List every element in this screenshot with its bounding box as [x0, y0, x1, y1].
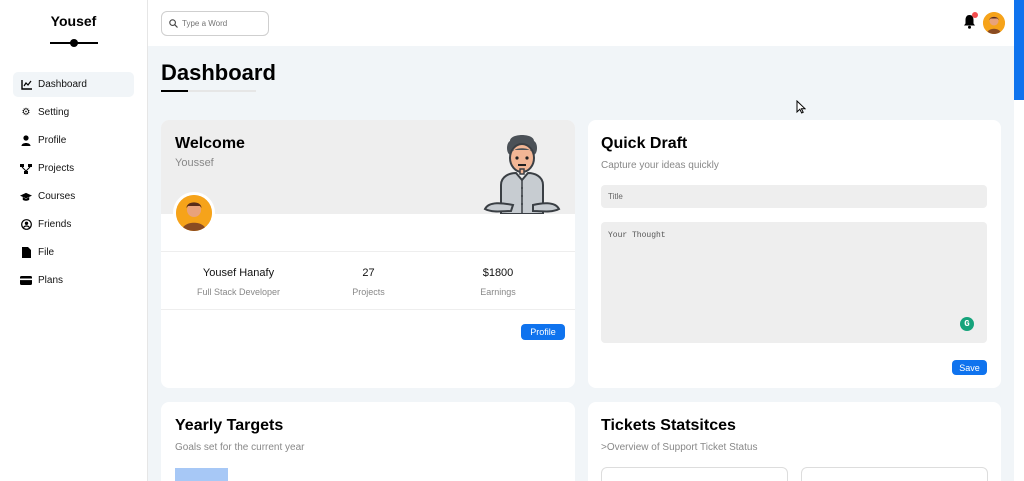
title-underline — [161, 90, 256, 92]
stat-value: 27 — [362, 267, 375, 279]
diagram-icon — [20, 163, 32, 175]
ticket-stat-box — [801, 467, 988, 481]
search-box[interactable] — [161, 11, 269, 36]
sidebar-item-label: Plans — [38, 275, 64, 286]
notification-bell-icon[interactable] — [963, 12, 978, 30]
grammarly-icon[interactable]: G — [960, 317, 974, 331]
sidebar-item-setting[interactable]: ⚙ Setting — [13, 100, 134, 125]
sidebar-item-label: Courses — [38, 191, 76, 202]
welcome-card: Welcome Youssef Yousef Hanafy Full Stack… — [161, 120, 575, 388]
ticket-stat-box — [601, 467, 788, 481]
yearly-targets-card: Yearly Targets Goals set for the current… — [161, 402, 575, 481]
sidebar-nav: Dashboard ⚙ Setting Profile Projects Cou… — [0, 72, 147, 293]
sidebar-item-label: File — [38, 247, 55, 258]
yearly-targets-title: Yearly Targets — [175, 417, 284, 434]
welcome-title: Welcome — [175, 135, 245, 152]
search-icon — [169, 15, 178, 33]
notification-dot — [972, 12, 978, 18]
draft-body-textarea[interactable]: Your Thought G — [601, 222, 987, 343]
brand-mark — [49, 39, 98, 47]
profile-button[interactable]: Profile — [521, 324, 565, 340]
yearly-targets-subtitle: Goals set for the current year — [175, 442, 305, 453]
draft-title-input[interactable]: Title — [601, 185, 987, 208]
sidebar-item-label: Dashboard — [38, 79, 87, 90]
target-icon-block — [175, 468, 228, 481]
save-button[interactable]: Save — [952, 360, 987, 375]
credit-card-icon — [20, 275, 32, 287]
sidebar-item-plans[interactable]: Plans — [13, 268, 134, 293]
avatar[interactable] — [173, 192, 215, 234]
sidebar-item-label: Setting — [38, 107, 70, 118]
stat-value: Yousef Hanafy — [202, 267, 275, 279]
tickets-card: Tickets Statsitces >Overview of Support … — [588, 402, 1001, 481]
search-input[interactable] — [182, 19, 262, 28]
chart-icon — [20, 79, 32, 91]
brand-name: Yousef — [50, 13, 97, 29]
file-icon — [20, 247, 32, 259]
stat-name: Yousef Hanafy Full Stack Developer — [161, 252, 316, 309]
quick-draft-card: Quick Draft Capture your ideas quickly T… — [588, 120, 1001, 388]
stat-projects: 27 Projects — [316, 252, 421, 309]
welcome-stats: Yousef Hanafy Full Stack Developer 27 Pr… — [161, 251, 575, 310]
sidebar-item-dashboard[interactable]: Dashboard — [13, 72, 134, 97]
sidebar-item-projects[interactable]: Projects — [13, 156, 134, 181]
sidebar-item-label: Projects — [38, 163, 75, 174]
stat-label: Earnings — [480, 287, 516, 297]
stat-value: $1800 — [482, 267, 514, 279]
sidebar-item-friends[interactable]: Friends — [13, 212, 134, 237]
stat-label: Projects — [352, 287, 385, 297]
draft-body-placeholder: Your Thought — [608, 231, 666, 240]
quick-draft-title: Quick Draft — [601, 135, 688, 152]
tickets-title: Tickets Statsitces — [601, 417, 736, 434]
graduation-cap-icon — [20, 191, 32, 203]
gear-icon: ⚙ — [21, 106, 31, 118]
sidebar-item-label: Friends — [38, 219, 72, 230]
top-header — [148, 0, 1014, 46]
person-illustration — [483, 133, 561, 215]
sidebar-item-label: Profile — [38, 135, 67, 146]
scrollbar-thumb[interactable] — [1014, 0, 1024, 100]
sidebar-item-file[interactable]: File — [13, 240, 134, 265]
tickets-subtitle: >Overview of Support Ticket Status — [601, 442, 758, 453]
user-icon — [20, 135, 32, 147]
quick-draft-subtitle: Capture your ideas quickly — [601, 160, 719, 171]
stat-earnings: $1800 Earnings — [421, 252, 575, 309]
avatar[interactable] — [983, 12, 1005, 34]
page-title: Dashboard — [161, 60, 276, 85]
sidebar-item-courses[interactable]: Courses — [13, 184, 134, 209]
circle-user-icon — [20, 219, 32, 231]
welcome-subtitle: Youssef — [175, 157, 214, 169]
stat-label: Full Stack Developer — [196, 287, 281, 297]
sidebar: Yousef Dashboard ⚙ Setting Profile Proje… — [0, 0, 148, 481]
mouse-cursor-icon — [796, 99, 807, 114]
sidebar-item-profile[interactable]: Profile — [13, 128, 134, 153]
